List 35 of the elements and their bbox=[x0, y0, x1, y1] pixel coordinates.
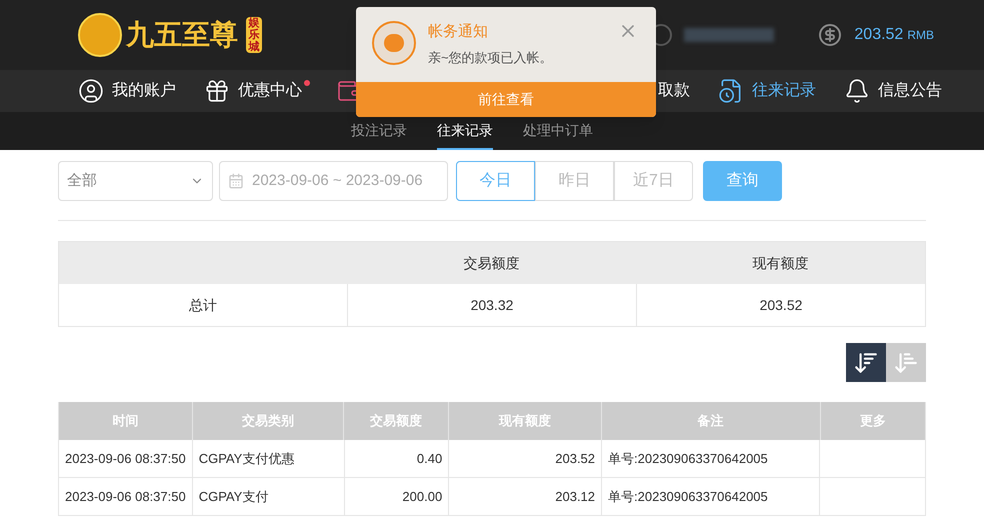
date-range-value: 2023-09-06 ~ 2023-09-06 bbox=[252, 170, 423, 191]
nav-item[interactable]: 往来记录 bbox=[718, 78, 816, 104]
table-cell: 203.12 bbox=[449, 478, 602, 515]
type-select[interactable]: 全部 bbox=[58, 161, 213, 201]
table-cell: CGPAY支付优惠 bbox=[192, 440, 345, 477]
nav-item[interactable]: 优惠中心 bbox=[204, 78, 308, 104]
select-value: 全部 bbox=[67, 170, 97, 191]
table-cell: 2023-09-06 08:37:50 bbox=[59, 440, 193, 477]
table-cell: 0.40 bbox=[344, 440, 450, 477]
nav-item[interactable]: 信息公告 bbox=[844, 78, 942, 104]
summary-cell-text: 总计 bbox=[188, 296, 218, 314]
dollar-icon bbox=[818, 23, 842, 47]
logo-icon bbox=[78, 13, 122, 57]
bell-icon bbox=[844, 78, 870, 104]
notification-title: 帐务通知 bbox=[428, 22, 489, 42]
summary-header-cell-text: 交易额度 bbox=[462, 254, 520, 272]
table-cell: 单号:202309063370642005 bbox=[602, 478, 820, 515]
table-cell: 单号:202309063370642005 bbox=[602, 440, 820, 477]
sort-button[interactable] bbox=[846, 343, 886, 382]
nav-item[interactable]: 我的账户 bbox=[78, 78, 176, 104]
summary-header-cell-text: 现有额度 bbox=[751, 254, 810, 272]
table-cell: 200.00 bbox=[344, 478, 450, 515]
table-cell: 203.52 bbox=[449, 440, 602, 477]
calendar-icon bbox=[228, 173, 244, 189]
notification-message: 亲~您的款项已入帐。 bbox=[428, 48, 553, 66]
gift-icon bbox=[204, 78, 230, 104]
currency-text: RMB bbox=[907, 27, 934, 44]
logo-badge: 娱乐城 bbox=[246, 16, 262, 54]
balance-text: 203.52 bbox=[854, 25, 904, 45]
table-cell: 2023-09-06 08:37:50 bbox=[59, 478, 193, 515]
logo-text: 九五至尊 bbox=[126, 17, 238, 53]
summary-cell: 203.52 bbox=[636, 284, 925, 326]
table-cell: CGPAY支付 bbox=[192, 478, 345, 515]
nav-item[interactable]: 取款 bbox=[658, 79, 690, 103]
summary-cell: 203.32 bbox=[347, 284, 636, 326]
